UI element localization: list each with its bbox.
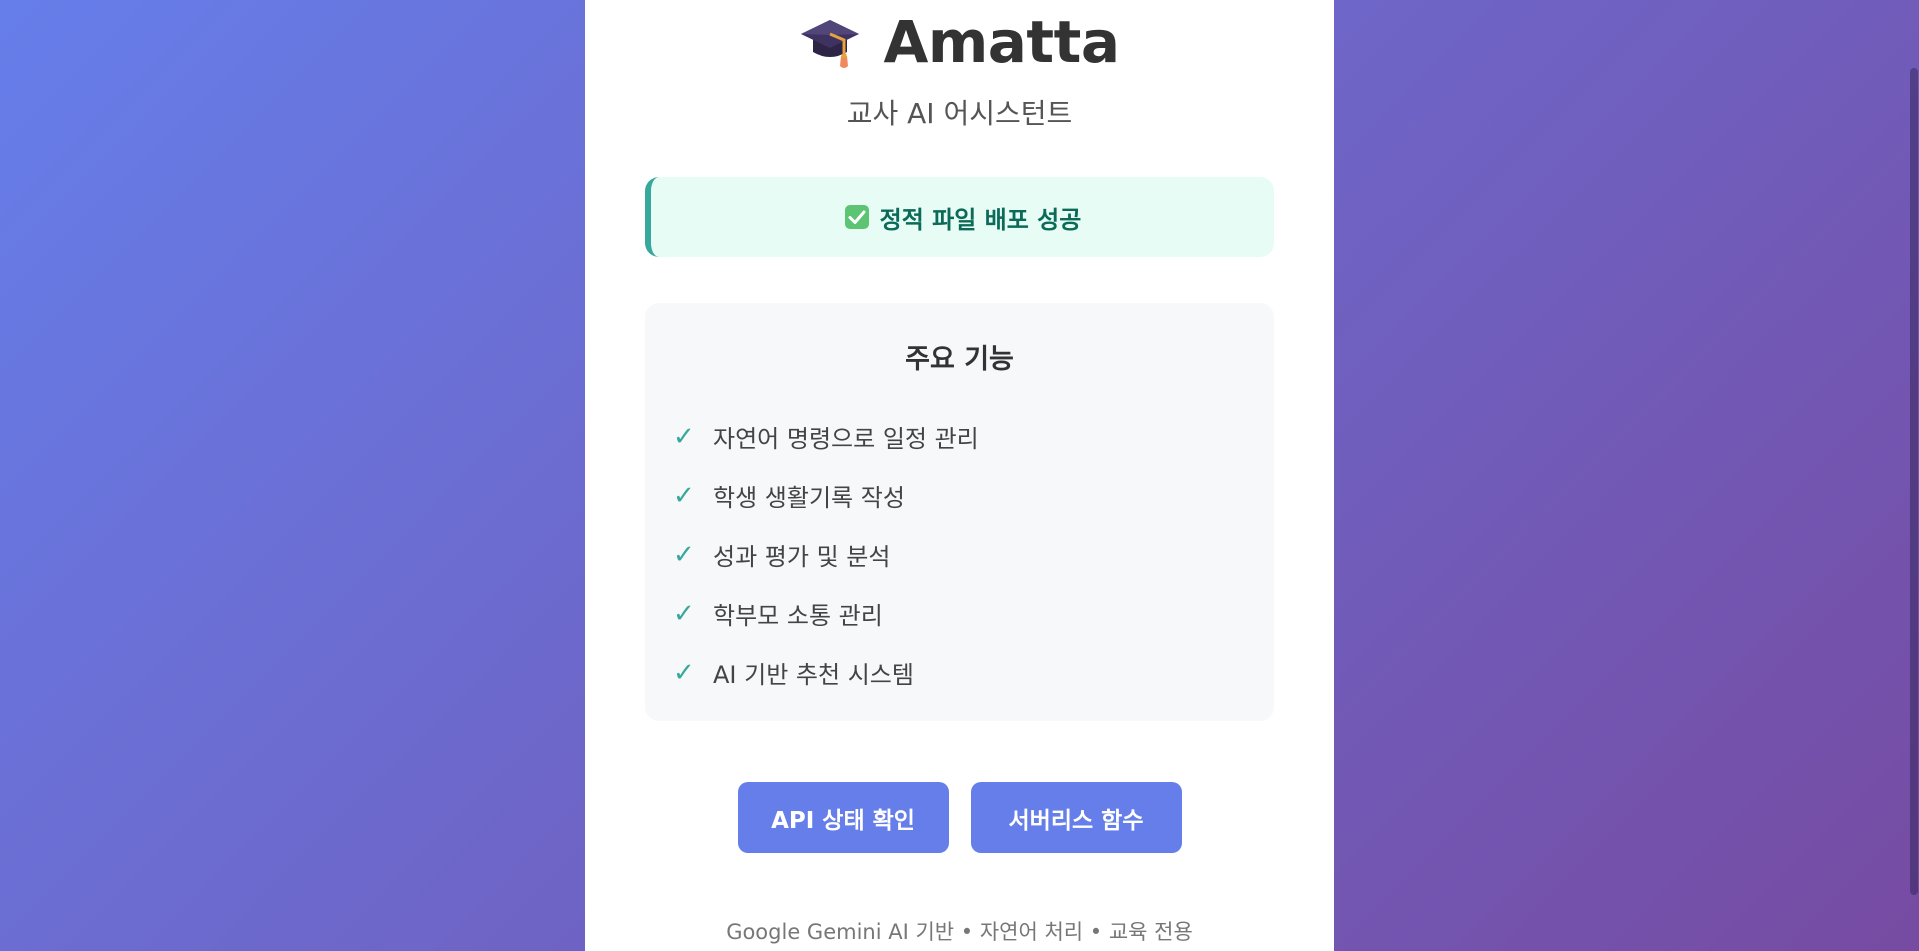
feature-item: ✓ 자연어 명령으로 일정 관리 — [673, 407, 979, 466]
feature-label: 학생 생활기록 작성 — [713, 484, 905, 512]
check-icon: ✓ — [673, 480, 695, 511]
status-banner: 정적 파일 배포 성공 — [645, 177, 1274, 257]
check-mark-button-icon — [844, 205, 869, 229]
footer-text: Google Gemini AI 기반 • 자연어 처리 • 교육 전용 — [726, 920, 1193, 944]
feature-label: 성과 평가 및 분석 — [713, 543, 891, 571]
main-card: Amatta 교사 AI 어시스턴트 정적 파일 배포 성공 주요 기능 ✓ 자… — [585, 0, 1334, 951]
check-icon: ✓ — [673, 421, 695, 452]
check-icon: ✓ — [673, 657, 695, 688]
serverless-function-button[interactable]: 서버리스 함수 — [970, 782, 1182, 853]
logo-row: Amatta — [585, 10, 1334, 74]
status-text: 정적 파일 배포 성공 — [879, 205, 1082, 234]
features-panel: 주요 기능 ✓ 자연어 명령으로 일정 관리 ✓ 학생 생활기록 작성 ✓ 성과… — [645, 303, 1274, 721]
check-icon: ✓ — [673, 539, 695, 570]
graduation-cap-icon — [801, 20, 860, 68]
check-icon: ✓ — [673, 598, 695, 629]
feature-item: ✓ 학부모 소통 관리 — [673, 584, 979, 643]
feature-list: ✓ 자연어 명령으로 일정 관리 ✓ 학생 생활기록 작성 ✓ 성과 평가 및 … — [673, 407, 979, 702]
scrollbar-thumb[interactable] — [1910, 68, 1918, 895]
feature-item: ✓ 학생 생활기록 작성 — [673, 466, 979, 525]
app-subtitle: 교사 AI 어시스턴트 — [846, 97, 1073, 130]
feature-label: 자연어 명령으로 일정 관리 — [713, 425, 979, 453]
api-status-button[interactable]: API 상태 확인 — [737, 782, 949, 853]
page-scrollbar[interactable] — [1909, 0, 1919, 951]
feature-item: ✓ AI 기반 추천 시스템 — [673, 643, 979, 702]
feature-item: ✓ 성과 평가 및 분석 — [673, 525, 979, 584]
features-title: 주요 기능 — [905, 344, 1014, 375]
action-buttons: API 상태 확인 서버리스 함수 — [585, 782, 1334, 853]
app-title: Amatta — [883, 8, 1120, 76]
feature-label: 학부모 소통 관리 — [713, 602, 883, 630]
feature-label: AI 기반 추천 시스템 — [713, 661, 914, 689]
